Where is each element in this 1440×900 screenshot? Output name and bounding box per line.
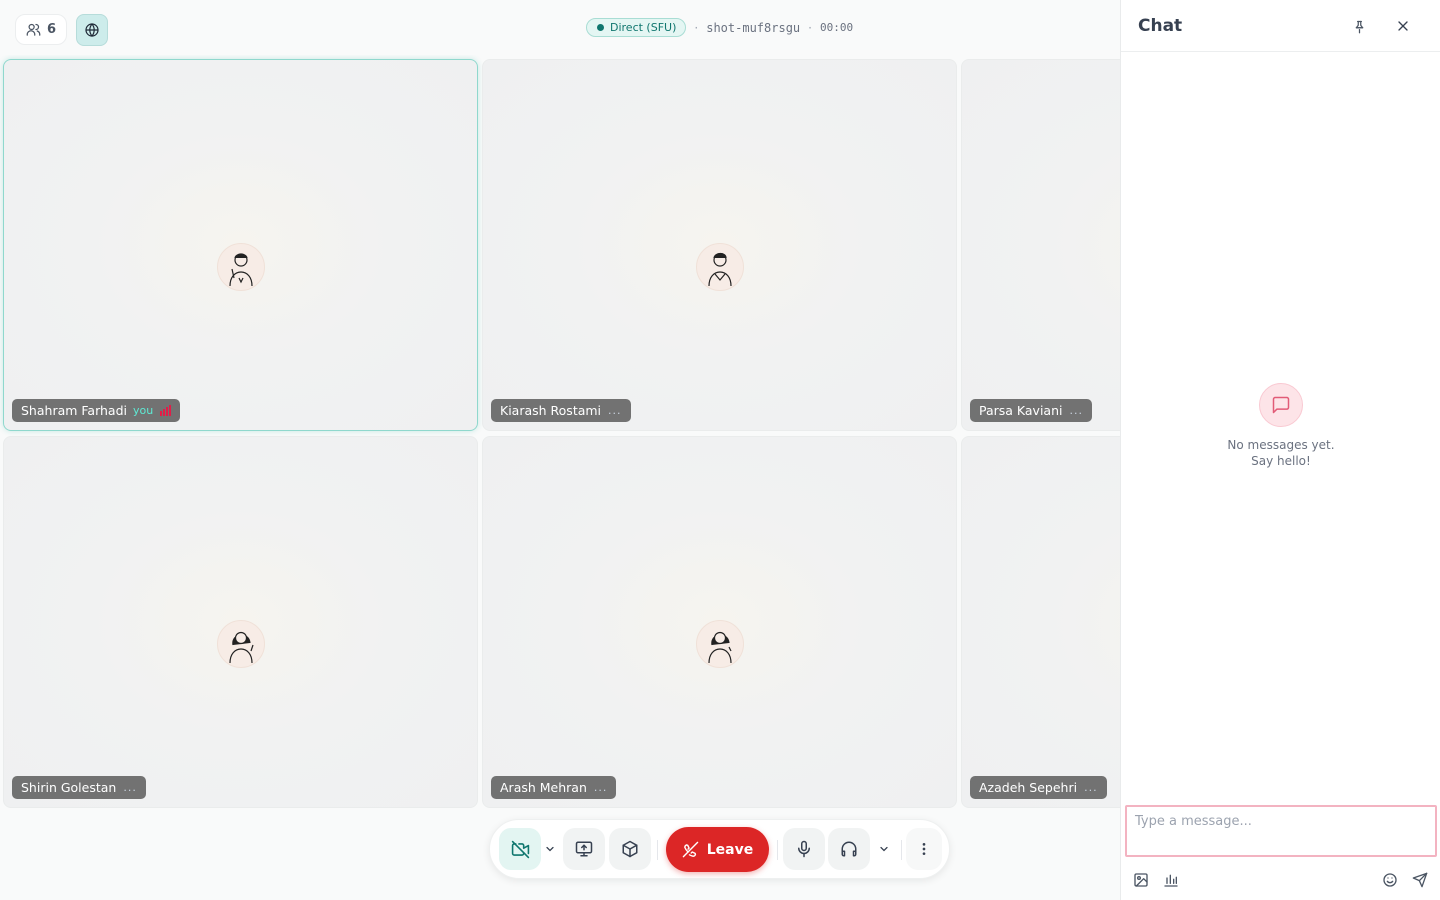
phone-off-icon bbox=[682, 841, 699, 858]
chat-panel: Chat No messages yet. Say hello! bbox=[1120, 0, 1440, 900]
divider bbox=[901, 840, 902, 860]
status-dots: ... bbox=[1084, 781, 1098, 794]
participants-button[interactable]: 6 bbox=[15, 14, 67, 45]
box-icon bbox=[622, 840, 638, 858]
camera-options-button[interactable] bbox=[542, 828, 558, 870]
you-label: you bbox=[133, 404, 154, 417]
avatar bbox=[695, 620, 744, 668]
separator: · bbox=[808, 20, 812, 35]
status-dots: ... bbox=[593, 781, 608, 794]
camera-off-icon bbox=[511, 840, 529, 858]
status-dots: ... bbox=[123, 781, 137, 794]
connection-dot bbox=[597, 23, 604, 31]
globe-icon bbox=[85, 23, 99, 37]
participant-name: Azadeh Sepehri bbox=[979, 780, 1078, 795]
avatar bbox=[216, 243, 265, 291]
image-icon bbox=[1134, 873, 1148, 887]
call-timer: 00:00 bbox=[819, 21, 854, 34]
avatar bbox=[216, 620, 265, 668]
participant-name-tag: Shirin Golestan ... bbox=[12, 776, 146, 799]
pin-chat-button[interactable] bbox=[1349, 16, 1369, 36]
video-tile[interactable]: Kiarash Rostami ... bbox=[482, 59, 957, 431]
participant-name-tag: Azadeh Sepehri ... bbox=[970, 776, 1107, 799]
call-controls: Leave bbox=[489, 819, 950, 879]
divider bbox=[657, 840, 658, 860]
chat-empty-state: No messages yet. Say hello! bbox=[1121, 383, 1440, 469]
audio-options-button[interactable] bbox=[876, 828, 892, 870]
users-icon bbox=[26, 23, 41, 36]
create-poll-button[interactable] bbox=[1161, 870, 1181, 890]
camera-toggle-button[interactable] bbox=[499, 828, 541, 870]
video-tile[interactable]: Shahram Farhadi you bbox=[3, 59, 478, 431]
participant-name: Parsa Kaviani bbox=[979, 403, 1063, 418]
video-tile[interactable]: Azadeh Sepehri ... bbox=[961, 436, 1120, 808]
participant-count: 6 bbox=[46, 22, 57, 37]
video-grid: Shahram Farhadi you Kiarash Rostami ... … bbox=[0, 55, 1120, 810]
chevron-down-icon bbox=[880, 846, 888, 852]
close-icon bbox=[1398, 21, 1408, 31]
room-id: shot-muf8rsgu bbox=[706, 20, 801, 35]
audio-output-button[interactable] bbox=[828, 828, 870, 870]
emoji-button[interactable] bbox=[1380, 870, 1400, 890]
attach-image-button[interactable] bbox=[1131, 870, 1151, 890]
participant-name-tag: Parsa Kaviani ... bbox=[970, 399, 1092, 422]
headphones-icon bbox=[841, 841, 857, 857]
globe-button[interactable] bbox=[76, 14, 108, 46]
status-dots: ... bbox=[608, 404, 622, 417]
more-options-button[interactable] bbox=[906, 828, 942, 870]
divider bbox=[777, 840, 778, 860]
empty-message: No messages yet. bbox=[1227, 438, 1335, 452]
mic-icon bbox=[798, 840, 810, 858]
pin-icon bbox=[1355, 20, 1363, 33]
emoji-icon bbox=[1383, 873, 1397, 887]
video-tile[interactable]: Arash Mehran ... bbox=[482, 436, 957, 808]
leave-call-button[interactable]: Leave bbox=[666, 827, 769, 872]
close-chat-button[interactable] bbox=[1393, 16, 1413, 36]
status-dots: ... bbox=[1069, 404, 1083, 417]
participant-name-tag: Shahram Farhadi you bbox=[12, 399, 181, 422]
video-tile[interactable]: Parsa Kaviani ... bbox=[961, 59, 1120, 431]
avatar bbox=[695, 243, 744, 291]
message-input[interactable] bbox=[1125, 805, 1437, 857]
more-vertical-icon bbox=[922, 843, 926, 855]
chat-title: Chat bbox=[1138, 15, 1183, 36]
signal-strength-icon bbox=[160, 404, 172, 416]
participant-name-tag: Arash Mehran ... bbox=[491, 776, 617, 799]
poll-icon bbox=[1164, 874, 1178, 887]
separator: · bbox=[694, 20, 699, 35]
video-tile[interactable]: Shirin Golestan ... bbox=[3, 436, 478, 808]
screen-share-button[interactable] bbox=[563, 828, 605, 870]
3d-object-button[interactable] bbox=[609, 828, 651, 870]
participant-name-tag: Kiarash Rostami ... bbox=[491, 399, 631, 422]
participant-name: Kiarash Rostami bbox=[500, 403, 602, 418]
mic-toggle-button[interactable] bbox=[783, 828, 825, 870]
screen-share-icon bbox=[575, 841, 593, 857]
connection-badge: Direct (SFU) bbox=[586, 18, 687, 37]
participant-name: Shirin Golestan bbox=[21, 780, 117, 795]
connection-label: Direct (SFU) bbox=[610, 20, 677, 34]
empty-chat-icon bbox=[1259, 383, 1303, 427]
message-icon bbox=[1272, 396, 1290, 414]
empty-prompt: Say hello! bbox=[1251, 454, 1311, 468]
participant-name: Arash Mehran bbox=[500, 780, 587, 795]
chevron-down-icon bbox=[546, 846, 554, 852]
participant-name: Shahram Farhadi bbox=[21, 403, 127, 418]
leave-label: Leave bbox=[706, 841, 754, 858]
send-message-button[interactable] bbox=[1410, 870, 1430, 890]
call-status-bar: Direct (SFU) · shot-muf8rsgu · 00:00 bbox=[586, 18, 853, 37]
send-icon bbox=[1412, 872, 1428, 888]
